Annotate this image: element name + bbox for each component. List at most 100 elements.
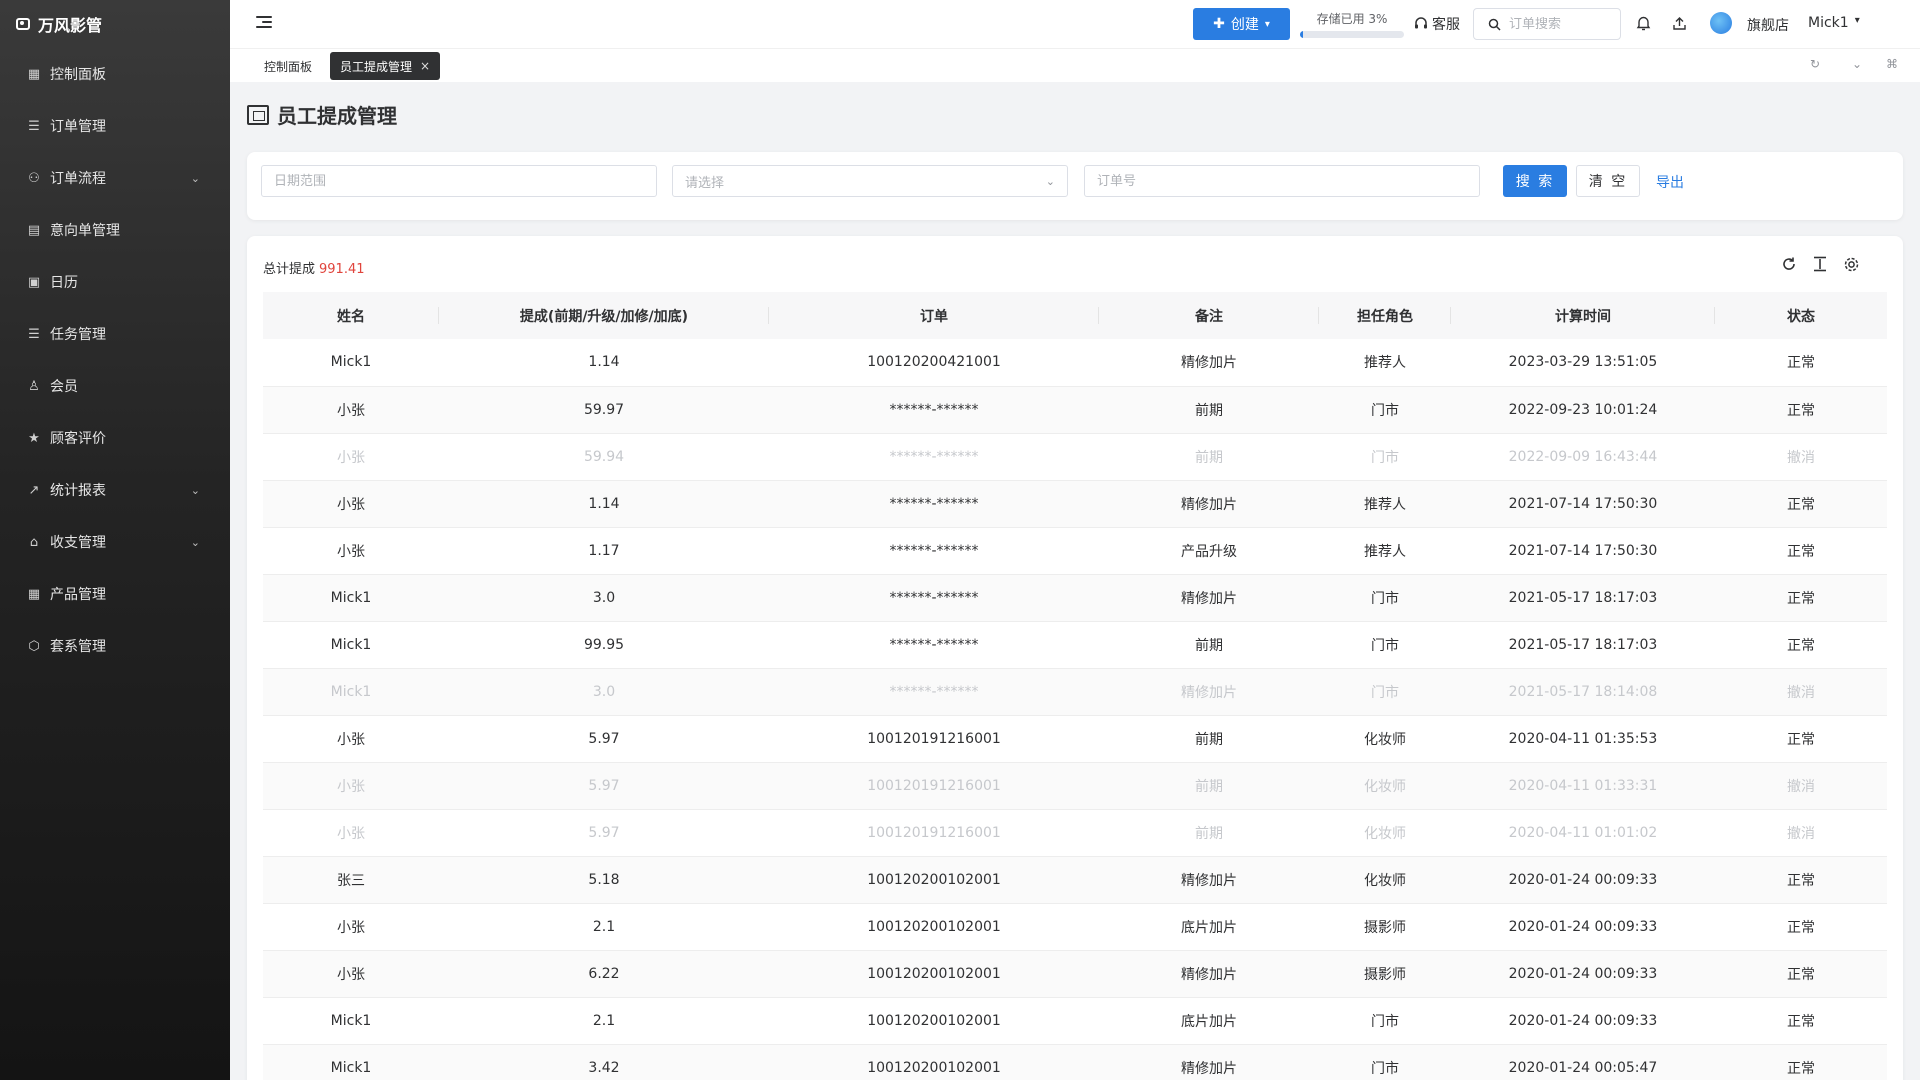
- sidebar-item-label: 订单流程: [50, 171, 106, 187]
- cell-order: ******-******: [769, 574, 1099, 622]
- order-search[interactable]: [1473, 8, 1621, 40]
- sidebar-item[interactable]: ☰ 订单管理: [0, 100, 230, 152]
- column-header: 备注: [1099, 292, 1319, 339]
- sidebar-item[interactable]: ★ 顾客评价: [0, 412, 230, 464]
- cell-order: ******-******: [769, 621, 1099, 669]
- cell-name: Mick1: [263, 339, 439, 387]
- cell-amount: 2.1: [439, 903, 769, 951]
- cell-name: 张三: [263, 856, 439, 904]
- gear-icon[interactable]: [1841, 254, 1861, 274]
- refresh-icon[interactable]: [1779, 254, 1799, 274]
- cell-time: 2021-05-17 18:17:03: [1451, 574, 1715, 622]
- sidebar-item[interactable]: ⌂ 收支管理 ⌄: [0, 516, 230, 568]
- cell-time: 2021-07-14 17:50:30: [1451, 480, 1715, 528]
- commission-table-card: 总计提成 991.41 姓名 提成(前期/升级/加修/加底) 订单 备注 担任角色 计算时间…: [247, 236, 1903, 1080]
- tab-staff-commission[interactable]: 员工提成管理 ×: [330, 52, 441, 80]
- chevron-down-icon[interactable]: ⌄: [1852, 57, 1862, 71]
- cell-order: ******-******: [769, 480, 1099, 528]
- search-button[interactable]: 搜 索: [1503, 165, 1567, 197]
- close-icon[interactable]: ×: [420, 59, 430, 73]
- cell-time: 2021-07-14 17:50:30: [1451, 527, 1715, 575]
- cell-note: 精修加片: [1099, 1044, 1319, 1080]
- cell-order: ******-******: [769, 433, 1099, 481]
- cell-amount: 1.17: [439, 527, 769, 575]
- menu-collapse-icon[interactable]: [256, 16, 272, 30]
- table-row: 小张 59.97 ******-****** 前期 门市 2022-09-23 10:01…: [263, 386, 1887, 434]
- create-button[interactable]: ✚ 创建 ▾: [1193, 8, 1290, 40]
- upload-icon[interactable]: [1670, 14, 1688, 32]
- cell-role: 门市: [1319, 433, 1451, 481]
- cell-status: 正常: [1715, 997, 1887, 1045]
- date-range-input[interactable]: [261, 165, 657, 197]
- store-name[interactable]: 旗舰店: [1747, 15, 1789, 35]
- cell-time: 2021-05-17 18:17:03: [1451, 621, 1715, 669]
- order-number-input[interactable]: [1084, 165, 1480, 197]
- cell-note: 精修加片: [1099, 339, 1319, 387]
- cell-order: 100120191216001: [769, 762, 1099, 810]
- headset-icon: [1415, 17, 1427, 29]
- sidebar-item[interactable]: ☰ 任务管理: [0, 308, 230, 360]
- column-header: 姓名: [263, 292, 439, 339]
- sidebar-item[interactable]: ▦ 产品管理: [0, 568, 230, 620]
- cell-order: 100120200102001: [769, 950, 1099, 998]
- tab-dashboard[interactable]: 控制面板: [254, 52, 322, 80]
- cell-amount: 3.0: [439, 574, 769, 622]
- cell-note: 底片加片: [1099, 997, 1319, 1045]
- sidebar: 万风影管 ▦ 控制面板 ☰ 订单管理 ⚇ 订单流程 ⌄ ▤ 意向单管理 ▣ 日历 ☰ 任务管理 ♙ 会员 ★ 顾…: [0, 0, 230, 1080]
- sidebar-item-icon: ▦: [27, 66, 41, 82]
- sidebar-item[interactable]: ⬡ 套系管理: [0, 620, 230, 672]
- table-row: 小张 59.94 ******-****** 前期 门市 2022-09-09 16:43…: [263, 433, 1887, 481]
- cell-order: 100120200421001: [769, 339, 1099, 387]
- sidebar-item[interactable]: ♙ 会员: [0, 360, 230, 412]
- cell-amount: 99.95: [439, 621, 769, 669]
- sidebar-item[interactable]: ▤ 意向单管理: [0, 204, 230, 256]
- cell-amount: 3.0: [439, 668, 769, 716]
- cell-status: 正常: [1715, 856, 1887, 904]
- cell-time: 2020-04-11 01:35:53: [1451, 715, 1715, 763]
- brand: 万风影管: [0, 0, 230, 48]
- cell-name: Mick1: [263, 668, 439, 716]
- search-icon: [1488, 18, 1501, 31]
- bell-icon[interactable]: [1634, 14, 1652, 32]
- refresh-tab-icon[interactable]: ↻: [1810, 57, 1820, 71]
- storage-bar: [1300, 31, 1404, 38]
- commission-table: 姓名 提成(前期/升级/加修/加底) 订单 备注 担任角色 计算时间 状态 Mick1 1.1…: [263, 292, 1887, 1080]
- total-commission: 总计提成 991.41: [263, 258, 365, 277]
- brand-name: 万风影管: [38, 16, 103, 35]
- cell-status: 正常: [1715, 574, 1887, 622]
- sidebar-item-icon: ★: [28, 430, 40, 446]
- export-link[interactable]: 导出: [1656, 172, 1684, 192]
- customer-service-button[interactable]: 客服: [1414, 14, 1460, 34]
- table-row: 小张 2.1 100120200102001 底片加片 摄影师 2020-01-24 00…: [263, 903, 1887, 951]
- sidebar-item[interactable]: ⚇ 订单流程 ⌄: [0, 152, 230, 204]
- cell-name: 小张: [263, 715, 439, 763]
- chevron-down-icon: ▾: [1854, 15, 1860, 26]
- cell-note: 精修加片: [1099, 856, 1319, 904]
- sidebar-item-label: 控制面板: [50, 67, 106, 83]
- order-search-input[interactable]: [1509, 16, 1609, 32]
- role-select[interactable]: 请选择 ⌄: [672, 165, 1068, 197]
- fullscreen-icon[interactable]: ⌘: [1886, 57, 1898, 71]
- cell-role: 门市: [1319, 1044, 1451, 1080]
- cell-note: 前期: [1099, 386, 1319, 434]
- table-row: 小张 5.97 100120191216001 前期 化妆师 2020-04-11 01:…: [263, 762, 1887, 810]
- cell-time: 2021-05-17 18:14:08: [1451, 668, 1715, 716]
- sidebar-item[interactable]: ↗ 统计报表 ⌄: [0, 464, 230, 516]
- column-height-icon[interactable]: [1810, 254, 1830, 274]
- cell-status: 正常: [1715, 527, 1887, 575]
- sidebar-item-icon: ⚇: [28, 170, 40, 186]
- sidebar-item[interactable]: ▣ 日历: [0, 256, 230, 308]
- table-row: Mick1 3.0 ******-****** 精修加片 门市 2021-05-17 18…: [263, 574, 1887, 622]
- column-header: 状态: [1715, 292, 1887, 339]
- sidebar-item-icon: ▤: [27, 222, 41, 238]
- cell-note: 前期: [1099, 809, 1319, 857]
- user-menu[interactable]: Mick1 ▾: [1808, 15, 1860, 31]
- cell-time: 2020-04-11 01:33:31: [1451, 762, 1715, 810]
- cell-amount: 59.94: [439, 433, 769, 481]
- sidebar-item[interactable]: ▦ 控制面板: [0, 48, 230, 100]
- cell-name: 小张: [263, 433, 439, 481]
- total-value: 991.41: [319, 262, 365, 277]
- plus-icon: ✚: [1213, 16, 1225, 32]
- cell-status: 正常: [1715, 903, 1887, 951]
- clear-button[interactable]: 清 空: [1576, 165, 1640, 197]
